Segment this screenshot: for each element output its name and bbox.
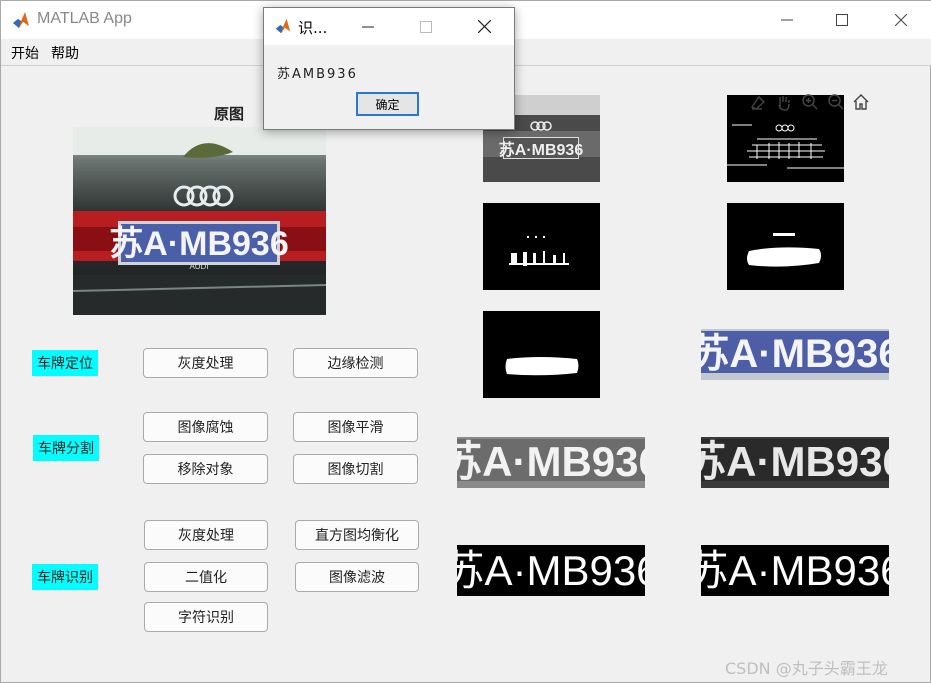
plate-characters: 苏A·MB936 [457,438,645,485]
dialog-message: 苏AMB936 [277,67,358,82]
watermark: CSDN @丸子头霸王龙 [725,659,888,678]
menu-help[interactable]: 帮助 [51,43,79,63]
section-locate-label: 车牌定位 [32,350,98,376]
menu-start[interactable]: 开始 [11,43,39,63]
section-recognize-label: 车牌识别 [32,564,98,590]
histogram-equalized-plate: 苏A·MB936 [701,437,889,488]
histogram-equalize-button[interactable]: 直方图均衡化 [295,520,419,550]
cropped-plate-color: 苏A·MB936 [701,329,889,380]
char-recognize-button[interactable]: 字符识别 [144,602,268,632]
erode-button[interactable]: 图像腐蚀 [143,412,268,442]
minimize-icon [781,19,793,21]
edge-detect-button[interactable]: 边缘检测 [293,348,418,378]
filtered-plate: 苏A·MB936 [701,545,889,596]
section-segment-label: 车牌分割 [33,435,99,461]
maximize-icon [836,14,848,26]
gray-process-button[interactable]: 灰度处理 [143,348,268,378]
plate-characters: 苏A·MB936 [701,438,889,485]
original-car-image: 苏A·MB936 AUDI [73,127,326,315]
plate-characters: 苏A·MB936 [457,547,645,594]
remove-object-button[interactable]: 移除对象 [143,454,268,484]
dialog-title-bar: 识... [264,8,514,45]
object-removed-image [483,311,600,398]
plate-characters: 苏A·MB936 [109,225,288,263]
result-dialog: 识... 苏AMB936 确定 [263,7,515,130]
maximize-button[interactable] [813,1,871,39]
pan-hand-icon[interactable] [773,90,797,114]
minimize-button[interactable] [758,1,816,39]
matlab-icon [275,18,291,34]
cropped-plate-gray: 苏A·MB936 [457,437,645,488]
plate-characters: 苏A·MB936 [701,547,889,594]
eroded-image [483,203,600,290]
zoom-in-icon[interactable] [798,90,822,114]
gray-process-2-button[interactable]: 灰度处理 [144,520,268,550]
image-cut-button[interactable]: 图像切割 [293,454,418,484]
zoom-out-icon[interactable] [824,90,848,114]
home-icon[interactable] [849,90,873,114]
minimize-icon[interactable] [362,21,374,33]
binarize-button[interactable]: 二值化 [144,562,268,592]
close-icon[interactable] [478,20,491,33]
ok-button[interactable]: 确定 [356,92,419,116]
audi-badge-text: AUDI [189,262,208,271]
image-filter-button[interactable]: 图像滤波 [295,562,419,592]
close-icon [895,14,907,26]
binary-plate: 苏A·MB936 [457,545,645,596]
axes-toolbar [747,90,873,114]
dialog-title: 识... [298,19,328,37]
close-button[interactable] [872,1,930,39]
smoothed-image [727,203,844,290]
plate-characters: 苏A·MB936 [701,332,889,376]
smooth-button[interactable]: 图像平滑 [293,412,418,442]
brush-icon[interactable] [747,90,771,114]
maximize-icon [420,21,432,33]
plate-characters: 苏A·MB936 [499,140,584,159]
original-image-title: 原图 [214,105,245,123]
window-title: MATLAB App [37,10,132,27]
matlab-icon [13,12,29,28]
app-window: MATLAB App 开始 帮助 原图 苏A·MB936 AUDI 苏A·MB9… [0,0,931,683]
